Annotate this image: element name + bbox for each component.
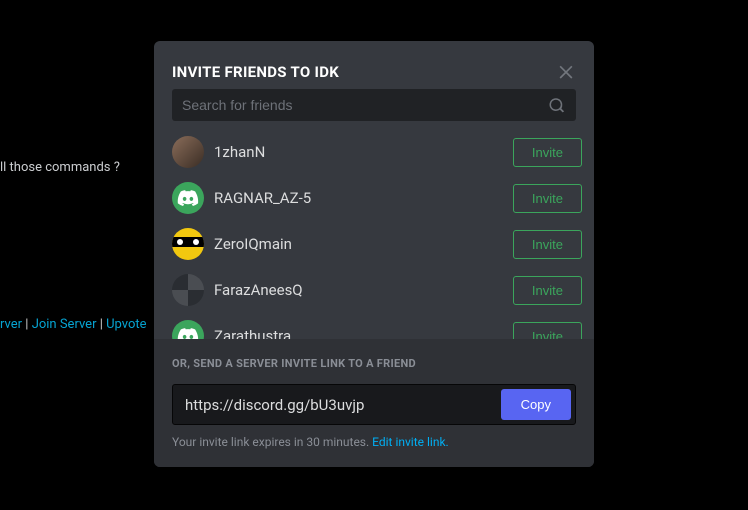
- invite-link-text[interactable]: https://discord.gg/bU3uvjp: [185, 396, 501, 414]
- invite-button[interactable]: Invite: [513, 276, 582, 305]
- avatar: [172, 320, 204, 339]
- invite-button[interactable]: Invite: [513, 138, 582, 167]
- avatar: [172, 136, 204, 168]
- avatar: [172, 228, 204, 260]
- friend-row[interactable]: RAGNAR_AZ-5Invite: [154, 175, 594, 221]
- modal-overlay: INVITE FRIENDS TO IDK 1zhanNInviteRAGNAR…: [0, 0, 748, 510]
- friend-name: ZeroIQmain: [214, 235, 513, 253]
- avatar: [172, 182, 204, 214]
- modal-footer: OR, SEND A SERVER INVITE LINK TO A FRIEN…: [154, 339, 594, 467]
- friend-row[interactable]: ZeroIQmainInvite: [154, 221, 594, 267]
- friend-row[interactable]: 1zhanNInvite: [154, 129, 594, 175]
- avatar-eyes-icon: [172, 237, 204, 247]
- friend-name: 1zhanN: [214, 143, 513, 161]
- avatar: [172, 274, 204, 306]
- search-wrapper: [154, 89, 594, 129]
- edit-invite-link[interactable]: Edit invite link.: [372, 435, 449, 449]
- close-button[interactable]: [556, 61, 580, 85]
- invite-link-row: https://discord.gg/bU3uvjp Copy: [172, 384, 576, 425]
- friend-row[interactable]: FarazAneesQInvite: [154, 267, 594, 313]
- friend-name: Zarathustra: [214, 327, 513, 339]
- friend-name: FarazAneesQ: [214, 281, 513, 299]
- close-icon: [556, 61, 576, 81]
- search-input[interactable]: [172, 89, 576, 121]
- footer-label: OR, SEND A SERVER INVITE LINK TO A FRIEN…: [172, 357, 576, 370]
- discord-logo-icon: [177, 187, 199, 209]
- expire-text: Your invite link expires in 30 minutes. …: [172, 435, 576, 449]
- modal-header: INVITE FRIENDS TO IDK: [154, 41, 594, 89]
- invite-modal: INVITE FRIENDS TO IDK 1zhanNInviteRAGNAR…: [154, 41, 594, 467]
- invite-button[interactable]: Invite: [513, 184, 582, 213]
- discord-logo-icon: [177, 325, 199, 339]
- friend-row[interactable]: ZarathustraInvite: [154, 313, 594, 339]
- expire-label: Your invite link expires in 30 minutes.: [172, 435, 372, 449]
- friends-list[interactable]: 1zhanNInviteRAGNAR_AZ-5InviteZeroIQmainI…: [154, 129, 594, 339]
- copy-button[interactable]: Copy: [501, 389, 571, 420]
- invite-button[interactable]: Invite: [513, 230, 582, 259]
- search-icon: [548, 96, 566, 114]
- invite-button[interactable]: Invite: [513, 322, 582, 340]
- friend-name: RAGNAR_AZ-5: [214, 189, 513, 207]
- modal-title: INVITE FRIENDS TO IDK: [172, 63, 576, 81]
